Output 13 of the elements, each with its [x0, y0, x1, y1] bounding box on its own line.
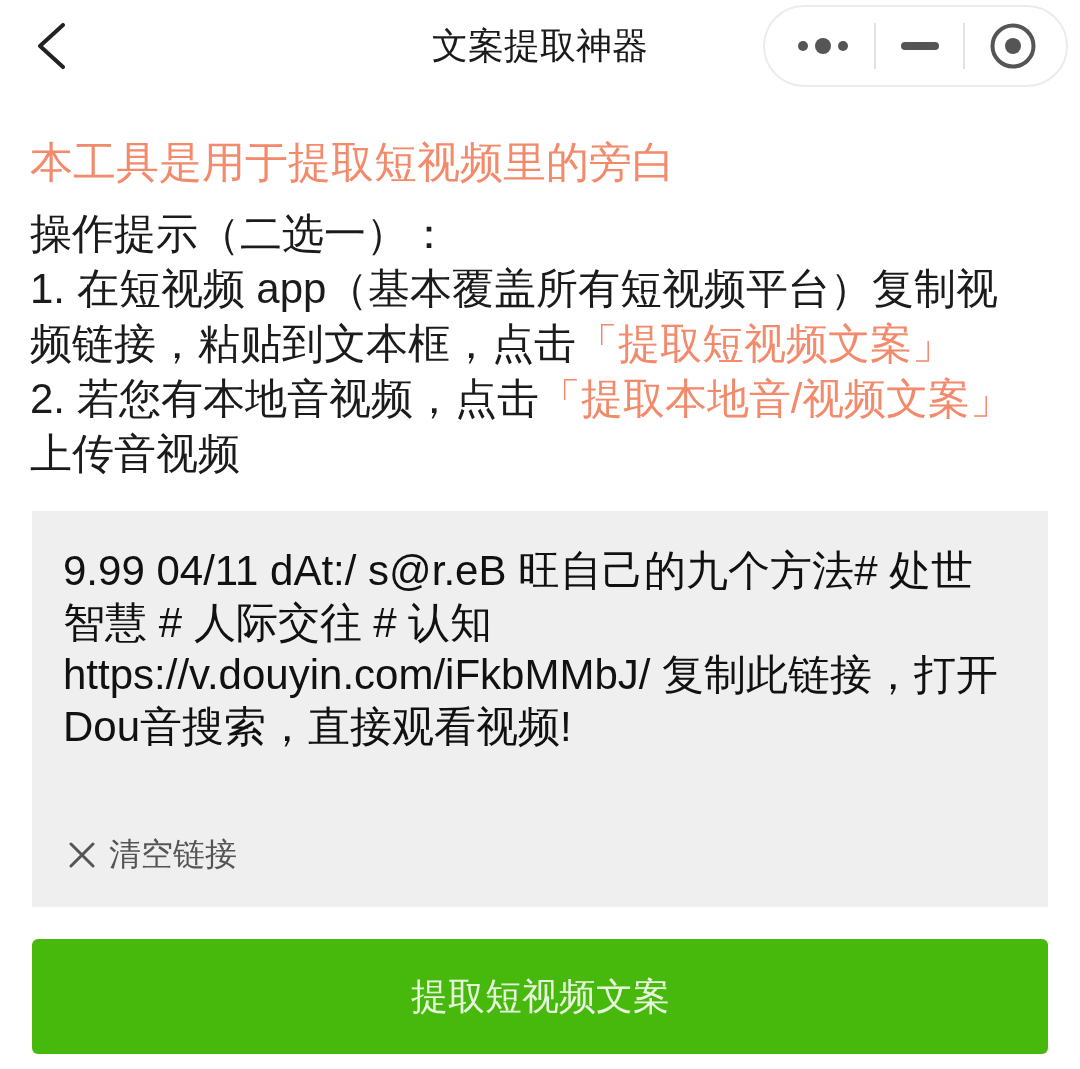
instruction-step: 1. 在短视频 app（基本覆盖所有短视频平台）复制视频链接，粘贴到文本框，点击「提取短视频文案」 — [30, 261, 1025, 371]
link-input-field[interactable]: 9.99 04/11 dAt:/ s@r.eB 旺自己的九个方法# 处世智慧 # 人际交往 # 认知 https://v.douyin.com/iFkbMMbJ/ 复制此链接，打开Dou音搜索，直接观看视频! 清空链接 — [32, 511, 1048, 907]
link-text: 9.99 04/11 dAt:/ s@r.eB 旺自己的九个方法# 处世智慧 # 人际交往 # 认知 https://v.douyin.com/iFkbMMbJ/ 复制此链接，打开Dou音搜索，直接观看视频! — [63, 546, 1000, 752]
page-title: 文案提取神器 — [432, 23, 648, 68]
instruction-step: 2. 若您有本地音视频，点击「提取本地音/视频文案」 上传音视频 — [30, 371, 1025, 481]
back-icon[interactable] — [36, 23, 66, 69]
target-icon[interactable] — [990, 23, 1036, 69]
tool-description: 本工具是用于提取短视频里的旁白 — [30, 137, 676, 188]
close-icon — [69, 842, 95, 868]
clear-link-button[interactable]: 清空链接 — [63, 833, 237, 877]
minimize-icon[interactable] — [900, 42, 939, 50]
tips-title: 操作提示（二选一）： — [30, 209, 451, 259]
more-icon[interactable] — [797, 38, 849, 54]
